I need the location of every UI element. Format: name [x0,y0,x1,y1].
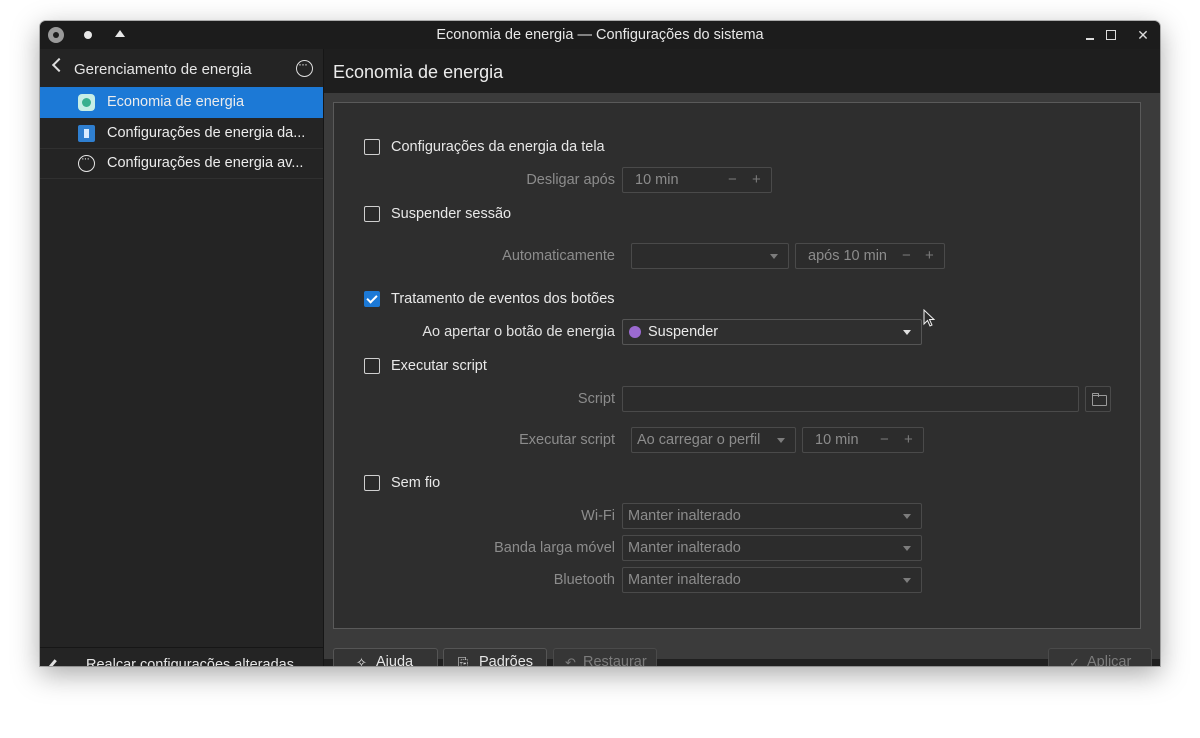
chevron-down-icon [903,546,911,551]
increment-icon[interactable]: + [904,431,913,448]
help-button-label: Ajuda [376,654,414,666]
sidebar-item-label: Configurações de energia av... [107,155,304,171]
sidebar-header: Gerenciamento de energia [40,49,323,87]
run-script-delay-value: 10 min [815,432,859,448]
defaults-icon: ⎘ [458,655,469,666]
window-title: Economia de energia — Configurações do s… [436,27,764,43]
wifi-label: Wi-Fi [581,508,615,524]
reset-button[interactable]: ↶ Restaurar [553,648,657,666]
mobile-broadband-label: Banda larga móvel [494,540,615,556]
reset-button-label: Restaurar [583,654,647,666]
power-button-action-combo[interactable]: Suspender [622,319,922,345]
check-icon: ✓ [1069,655,1080,666]
sidebar-item-label: Configurações de energia da... [107,125,306,141]
sidebar-item-energy-info[interactable]: Configurações de energia da... [40,118,323,149]
suspend-session-label: Suspender sessão [391,206,512,222]
page-header: Economia de energia [324,49,1160,93]
apply-button[interactable]: ✓ Aplicar [1048,648,1152,666]
advanced-icon [78,153,95,172]
suspend-after-spinbox[interactable]: após 10 min − + [795,243,945,269]
suspend-mode-combo[interactable] [631,243,789,269]
sidebar-item-advanced[interactable]: Configurações de energia av... [40,148,323,179]
highlight-pen-icon [48,659,61,666]
chevron-down-icon [777,438,785,443]
sidebar: Gerenciamento de energia Economia de ene… [40,49,324,666]
wifi-value: Manter inalterado [628,508,741,524]
run-script-when-combo[interactable]: Ao carregar o perfil [631,427,796,453]
increment-icon[interactable]: + [925,247,934,264]
undo-icon: ↶ [565,655,576,666]
sidebar-title: Gerenciamento de energia [74,61,252,78]
power-button-label: Ao apertar o botão de energia [422,324,615,340]
bluetooth-value: Manter inalterado [628,572,741,588]
help-button[interactable]: ✧ Ajuda [333,648,438,666]
decrement-icon[interactable]: − [880,431,889,448]
increment-icon[interactable]: + [752,171,761,188]
script-path-input[interactable] [622,386,1079,412]
run-script-delay-spinbox[interactable]: 10 min − + [802,427,924,453]
defaults-button-label: Padrões [479,654,534,666]
settings-panel: Configurações da energia da tela Desliga… [333,102,1141,629]
button-events-label: Tratamento de eventos dos botões [391,291,615,307]
sidebar-item-power-saving[interactable]: Economia de energia [40,87,323,118]
decrement-icon[interactable]: − [728,171,737,188]
content-area: Configurações da energia da tela Desliga… [324,93,1160,666]
turn-off-after-label: Desligar após [526,172,615,188]
screen-energy-checkbox[interactable] [364,139,380,155]
bluetooth-combo[interactable]: Manter inalterado [622,567,922,593]
screen-energy-label: Configurações da energia da tela [391,139,605,155]
back-arrow-icon[interactable] [51,57,67,73]
mobile-broadband-value: Manter inalterado [628,540,741,556]
bluetooth-label: Bluetooth [553,572,615,588]
highlight-changed-settings-button[interactable]: Realçar configurações alteradas [40,647,323,666]
settings-window: Economia de energia — Configurações do s… [40,21,1160,666]
suspend-icon [629,326,641,338]
turn-off-after-value: 10 min [635,172,679,188]
sidebar-item-label: Economia de energia [107,94,245,110]
automatically-label: Automaticamente [502,248,615,264]
wifi-combo[interactable]: Manter inalterado [622,503,922,529]
close-button[interactable]: ✕ [1133,25,1153,45]
help-icon: ✧ [356,655,367,666]
minimize-button[interactable] [1080,25,1100,45]
suspend-after-value: após 10 min [808,248,887,264]
run-script-label: Executar script [391,358,487,374]
folder-open-icon[interactable] [1085,386,1111,412]
turn-off-after-spinbox[interactable]: 10 min − + [622,167,772,193]
power-save-icon [78,94,95,111]
mobile-broadband-combo[interactable]: Manter inalterado [622,535,922,561]
suspend-session-checkbox[interactable] [364,206,380,222]
chevron-down-icon [903,330,911,335]
highlight-changed-label: Realçar configurações alteradas [86,657,294,666]
run-script-when-value: Ao carregar o perfil [637,432,761,448]
title-bar: Economia de energia — Configurações do s… [40,21,1160,49]
chevron-down-icon [903,514,911,519]
chevron-down-icon [770,254,778,259]
energy-info-icon [78,125,95,142]
decrement-icon[interactable]: − [902,247,911,264]
defaults-button[interactable]: ⎘ Padrões [443,648,547,666]
more-options-icon[interactable] [296,57,313,77]
apply-button-label: Aplicar [1087,654,1132,666]
button-events-checkbox[interactable] [364,291,380,307]
chevron-down-icon [903,578,911,583]
page-title: Economia de energia [333,62,504,82]
script-label: Script [577,391,615,407]
wireless-checkbox[interactable] [364,475,380,491]
run-script-checkbox[interactable] [364,358,380,374]
maximize-button[interactable] [1101,25,1121,45]
power-button-action-value: Suspender [648,324,719,340]
run-script-when-label: Executar script [519,432,615,448]
wireless-label: Sem fio [391,475,441,491]
